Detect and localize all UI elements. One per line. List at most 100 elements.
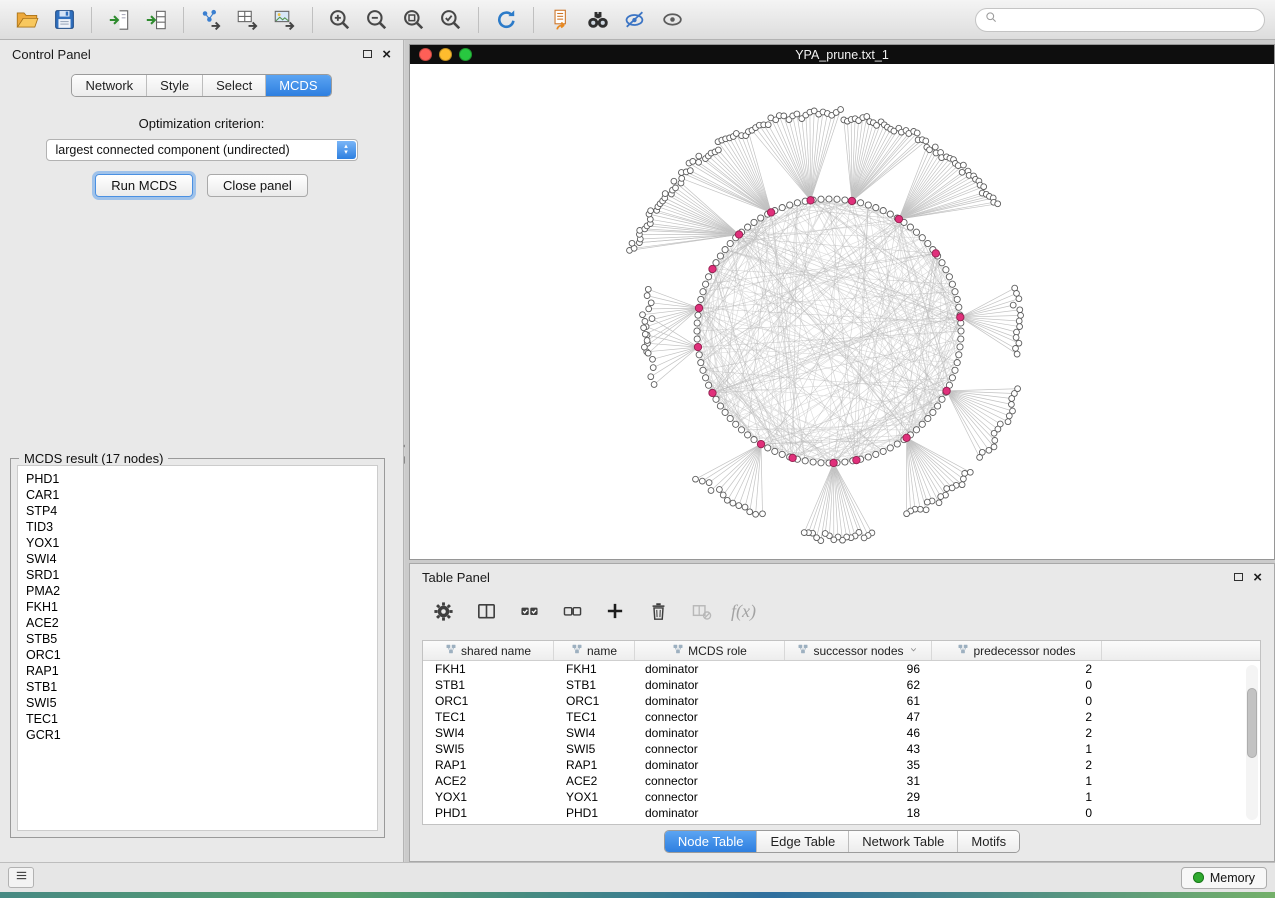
zoom-in-icon[interactable] — [323, 4, 357, 36]
list-item[interactable]: STP4 — [26, 503, 377, 519]
export-network-icon[interactable] — [194, 4, 228, 36]
close-window-icon[interactable] — [419, 48, 432, 61]
maximize-window-icon[interactable] — [459, 48, 472, 61]
column-type-icon — [957, 643, 969, 658]
hide-details-icon[interactable] — [618, 4, 652, 36]
search-box[interactable] — [975, 8, 1265, 32]
tab-network[interactable]: Network — [72, 75, 146, 96]
column-type-icon — [797, 643, 809, 658]
network-view-window: YPA_prune.txt_1 — [409, 44, 1275, 560]
close-panel-icon[interactable]: × — [1253, 570, 1262, 585]
menu-icon — [14, 868, 29, 888]
list-item[interactable]: PMA2 — [26, 583, 377, 599]
tab-select[interactable]: Select — [202, 75, 265, 96]
column-header-mcds-role[interactable]: MCDS role — [635, 641, 785, 660]
select-all-rows-icon[interactable] — [516, 598, 542, 624]
column-type-icon — [571, 643, 583, 658]
add-column-icon[interactable] — [602, 598, 628, 624]
tab-network-table[interactable]: Network Table — [848, 831, 957, 852]
run-mcds-button[interactable]: Run MCDS — [95, 174, 193, 197]
list-item[interactable]: SWI5 — [26, 695, 377, 711]
memory-button[interactable]: Memory — [1181, 867, 1267, 889]
list-item[interactable]: PHD1 — [26, 471, 377, 487]
table-row[interactable]: ACE2ACE2connector311 — [423, 773, 1260, 789]
network-window-titlebar[interactable]: YPA_prune.txt_1 — [410, 45, 1274, 64]
table-panel-title: Table Panel — [422, 570, 490, 585]
column-header-successor-nodes[interactable]: successor nodes — [785, 641, 932, 660]
close-panel-button[interactable]: Close panel — [207, 174, 308, 197]
zoom-out-icon[interactable] — [360, 4, 394, 36]
list-item[interactable]: RAP1 — [26, 663, 377, 679]
save-session-icon[interactable] — [47, 4, 81, 36]
column-header-shared-name[interactable]: shared name — [423, 641, 554, 660]
list-item[interactable]: FKH1 — [26, 599, 377, 615]
list-item[interactable]: GCR1 — [26, 727, 377, 743]
table-row[interactable]: STB1STB1dominator620 — [423, 677, 1260, 693]
list-item[interactable]: STB5 — [26, 631, 377, 647]
table-row[interactable]: RAP1RAP1dominator352 — [423, 757, 1260, 773]
table-row[interactable]: SWI4SWI4dominator462 — [423, 725, 1260, 741]
table-row[interactable]: PHD1PHD1dominator180 — [423, 805, 1260, 821]
list-item[interactable]: ACE2 — [26, 615, 377, 631]
open-session-icon[interactable] — [10, 4, 44, 36]
tab-motifs[interactable]: Motifs — [957, 831, 1019, 852]
criterion-selected-value: largest connected component (undirected) — [56, 143, 290, 157]
network-graph[interactable] — [410, 64, 1274, 559]
import-network-icon[interactable] — [102, 4, 136, 36]
table-row[interactable]: SWI5SWI5connector431 — [423, 741, 1260, 757]
tab-node-table[interactable]: Node Table — [665, 831, 757, 852]
control-panel-tabs: Network Style Select MCDS — [71, 74, 331, 97]
float-panel-icon[interactable] — [363, 50, 372, 58]
zoom-selected-icon[interactable] — [434, 4, 468, 36]
column-type-icon — [445, 643, 457, 658]
tab-edge-table[interactable]: Edge Table — [756, 831, 848, 852]
show-details-icon[interactable] — [655, 4, 689, 36]
table-row[interactable]: ORC1ORC1dominator610 — [423, 693, 1260, 709]
column-header-filler — [1102, 641, 1260, 660]
delete-table-disabled-icon — [688, 598, 714, 624]
clone-network-icon[interactable] — [544, 4, 578, 36]
delete-column-icon[interactable] — [645, 598, 671, 624]
tab-style[interactable]: Style — [146, 75, 202, 96]
refresh-layout-icon[interactable] — [489, 4, 523, 36]
list-item[interactable]: STB1 — [26, 679, 377, 695]
search-icon — [984, 10, 999, 30]
table-row[interactable]: TEC1TEC1connector472 — [423, 709, 1260, 725]
table-row[interactable]: FKH1FKH1dominator962 — [423, 661, 1260, 677]
scrollbar-thumb[interactable] — [1247, 688, 1257, 758]
table-scrollbar[interactable] — [1246, 665, 1258, 820]
toolbar-separator — [478, 7, 479, 33]
search-input[interactable] — [1003, 10, 1264, 30]
zoom-fit-icon[interactable] — [397, 4, 431, 36]
tab-mcds[interactable]: MCDS — [265, 75, 330, 96]
minimize-window-icon[interactable] — [439, 48, 452, 61]
mcds-result-title: MCDS result (17 nodes) — [19, 451, 168, 466]
list-item[interactable]: TID3 — [26, 519, 377, 535]
criterion-select[interactable]: largest connected component (undirected)… — [46, 139, 358, 161]
control-panel: Control Panel × Network Style Select MCD… — [0, 40, 404, 862]
float-panel-icon[interactable] — [1234, 573, 1243, 581]
show-columns-icon[interactable] — [473, 598, 499, 624]
export-image-icon[interactable] — [268, 4, 302, 36]
binoculars-icon[interactable] — [581, 4, 615, 36]
column-settings-gear-icon[interactable] — [430, 598, 456, 624]
close-panel-icon[interactable]: × — [382, 47, 391, 62]
column-header-name[interactable]: name — [554, 641, 635, 660]
export-table-icon[interactable] — [231, 4, 265, 36]
column-header-predecessor-nodes[interactable]: predecessor nodes — [932, 641, 1102, 660]
chevron-down-icon[interactable] — [908, 644, 919, 658]
list-item[interactable]: CAR1 — [26, 487, 377, 503]
list-item[interactable]: YOX1 — [26, 535, 377, 551]
optimization-criterion-label: Optimization criterion: — [0, 116, 403, 131]
import-table-icon[interactable] — [139, 4, 173, 36]
cytoscape-window: Control Panel × Network Style Select MCD… — [0, 0, 1275, 892]
list-item[interactable]: SRD1 — [26, 567, 377, 583]
table-row[interactable]: YOX1YOX1connector291 — [423, 789, 1260, 805]
list-item[interactable]: SWI4 — [26, 551, 377, 567]
task-history-button[interactable] — [8, 867, 34, 888]
mcds-result-list[interactable]: PHD1 CAR1 STP4 TID3 YOX1 SWI4 SRD1 PMA2 … — [17, 465, 378, 831]
deselect-all-rows-icon[interactable] — [559, 598, 585, 624]
list-item[interactable]: ORC1 — [26, 647, 377, 663]
list-item[interactable]: TEC1 — [26, 711, 377, 727]
network-canvas[interactable] — [410, 64, 1274, 559]
